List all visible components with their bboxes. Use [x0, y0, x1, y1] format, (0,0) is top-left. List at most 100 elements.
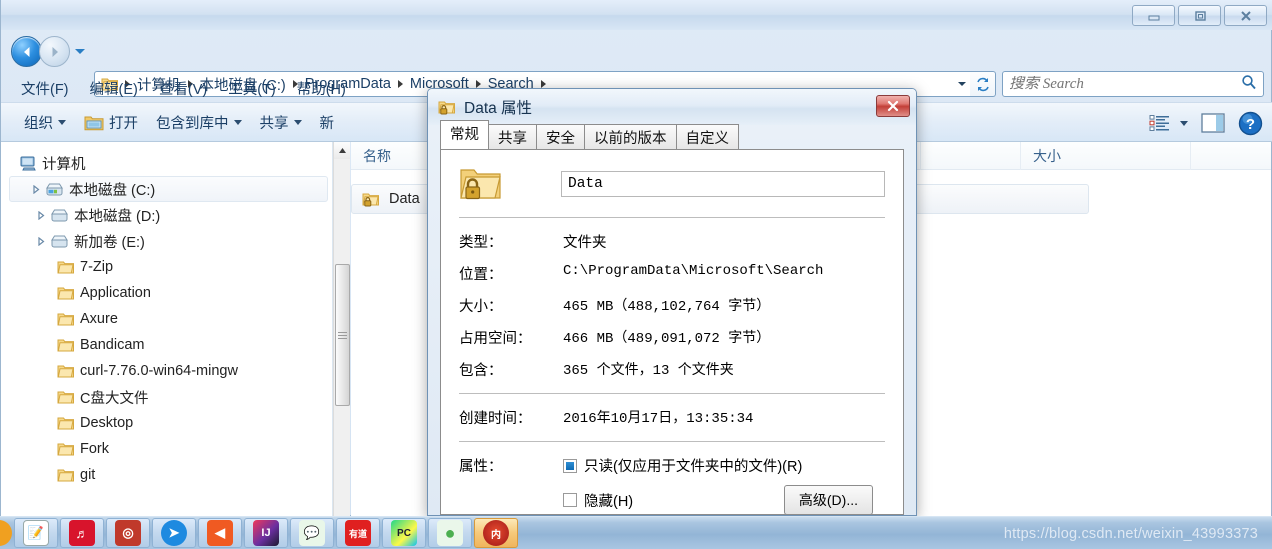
advanced-button[interactable]: 高级(D)...: [783, 485, 873, 515]
chevron-right-icon[interactable]: [33, 236, 49, 246]
chevron-right-icon[interactable]: [28, 184, 44, 194]
locked-folder-icon: [459, 164, 503, 204]
property-value-size-on-disk: 466 MB（489,091,072 字节）: [563, 331, 771, 347]
menu-item-help[interactable]: 帮助(H): [289, 75, 354, 102]
property-row-contains: 包含： 365 个文件，13 个文件夹: [459, 359, 885, 380]
tree-item-new-volume-e[interactable]: 新加卷 (E:): [25, 228, 332, 254]
minimize-button[interactable]: [1132, 5, 1175, 26]
tree-item-label: git: [80, 467, 96, 483]
tree-item-label: 新加卷 (E:): [74, 234, 145, 251]
chevron-up-icon: [338, 148, 346, 153]
chevron-down-icon: [58, 119, 66, 125]
forward-button[interactable]: [39, 36, 70, 67]
attributes-row: 属性： 只读(仅应用于文件夹中的文件)(R) 隐藏(H) 高级(D)...: [459, 455, 885, 524]
property-label-size-on-disk: 占用空间：: [459, 331, 532, 347]
taskbar-app-notepad[interactable]: 📝: [14, 518, 58, 548]
tree-item-fork[interactable]: Fork: [47, 436, 332, 462]
intellij-idea-icon: IJ: [253, 520, 279, 546]
taskbar-app-partial[interactable]: [0, 518, 14, 548]
column-header-size[interactable]: 大小: [1021, 141, 1191, 170]
window-controls: [1132, 5, 1267, 26]
property-row-size-on-disk: 占用空间： 466 MB（489,091,072 字节）: [459, 327, 885, 348]
toolbar-include-in-library-button[interactable]: 包含到库中: [147, 108, 251, 137]
tree-item-curl[interactable]: curl-7.76.0-win64-mingw: [47, 358, 332, 384]
view-options-button[interactable]: [1149, 114, 1188, 132]
tree-item-application[interactable]: Application: [47, 280, 332, 306]
tree-item-label: C盘大文件: [80, 390, 149, 407]
dialog-close-button[interactable]: [876, 95, 910, 117]
taskbar-app-messenger[interactable]: ➤: [152, 518, 196, 548]
tree-item-label: Desktop: [80, 415, 134, 431]
folder-icon: [55, 363, 77, 379]
preview-pane-button[interactable]: [1200, 112, 1226, 134]
property-value-contains: 365 个文件，13 个文件夹: [563, 363, 734, 379]
open-folder-icon: [84, 114, 104, 131]
chevron-down-icon: [75, 48, 85, 54]
scroll-up-button[interactable]: [334, 142, 350, 159]
snail-icon: ◎: [115, 520, 141, 546]
tree-item-local-disk-d[interactable]: 本地磁盘 (D:): [25, 202, 332, 228]
taskbar-app-youdao[interactable]: 有道: [336, 518, 380, 548]
column-header-spacer-2[interactable]: [921, 141, 1021, 170]
restore-button[interactable]: [1178, 5, 1221, 26]
taskbar-app-intellij-idea[interactable]: IJ: [244, 518, 288, 548]
tab-security[interactable]: 安全: [536, 124, 585, 151]
tab-sharing[interactable]: 共享: [488, 124, 537, 151]
tree-item-local-disk-c[interactable]: 本地磁盘 (C:): [9, 176, 328, 202]
taskbar-app-orange[interactable]: ◀: [198, 518, 242, 548]
folder-name-value: Data: [568, 176, 603, 192]
hidden-label: 隐藏(H): [584, 493, 634, 510]
toolbar-organize-button[interactable]: 组织: [15, 108, 75, 137]
menu-item-edit[interactable]: 编辑(E): [82, 75, 146, 102]
drive-icon: [49, 207, 71, 223]
dialog-tabs: 常规 共享 安全 以前的版本 自定义: [428, 120, 916, 151]
scrollbar-thumb[interactable]: [335, 264, 350, 406]
watermark: https://blog.csdn.net/weixin_43993373: [1003, 526, 1258, 542]
back-button[interactable]: [11, 36, 42, 67]
tab-general[interactable]: 常规: [440, 120, 489, 149]
navigation-pane-scrollbar[interactable]: [333, 142, 350, 516]
readonly-checkbox-row[interactable]: 只读(仅应用于文件夹中的文件)(R): [563, 455, 885, 476]
chevron-right-icon[interactable]: [33, 210, 49, 220]
help-icon: ?: [1238, 111, 1263, 135]
scrollbar-grip-icon: [338, 330, 347, 341]
toolbar-open-button[interactable]: 打开: [75, 108, 147, 137]
taskbar-app-active[interactable]: 内: [474, 518, 518, 548]
help-button[interactable]: ?: [1238, 111, 1263, 136]
property-row-type: 类型： 文件夹: [459, 231, 885, 252]
hidden-checkbox-row[interactable]: 隐藏(H) 高级(D)...: [563, 485, 885, 515]
tab-customize[interactable]: 自定义: [675, 124, 739, 151]
menu-item-tools[interactable]: 工具(T): [220, 75, 284, 102]
orange-app-icon: ◀: [207, 520, 233, 546]
locked-folder-icon: [438, 99, 457, 116]
menu-item-file[interactable]: 文件(F): [13, 75, 77, 102]
close-button[interactable]: [1224, 5, 1267, 26]
taskbar-app-pycharm[interactable]: PC: [382, 518, 426, 548]
chevron-down-icon: [293, 119, 302, 125]
dialog-titlebar[interactable]: Data 属性: [428, 89, 916, 125]
hidden-checkbox[interactable]: [563, 493, 577, 507]
toolbar-share-button[interactable]: 共享: [251, 108, 311, 137]
close-icon: [1240, 10, 1251, 21]
toolbar-new-button[interactable]: 新: [311, 108, 344, 137]
tree-item-computer[interactable]: 计算机: [9, 150, 332, 176]
taskbar-app-green[interactable]: ●: [428, 518, 472, 548]
folder-name-field[interactable]: Data: [561, 171, 885, 197]
taskbar-app-snail[interactable]: ◎: [106, 518, 150, 548]
tree-item-7zip[interactable]: 7-Zip: [47, 254, 332, 280]
readonly-checkbox[interactable]: [563, 458, 577, 473]
taskbar-app-netease-music[interactable]: ♬: [60, 518, 104, 548]
tree-item-git[interactable]: git: [47, 462, 332, 488]
taskbar-app-wechat[interactable]: 💬: [290, 518, 334, 548]
tree-item-axure[interactable]: Axure: [47, 306, 332, 332]
tree-item-bandicam[interactable]: Bandicam: [47, 332, 332, 358]
tree-item-c-disk-large-files[interactable]: C盘大文件: [47, 384, 332, 410]
recent-pages-button[interactable]: [74, 43, 86, 61]
menu-item-view[interactable]: 查看(V): [151, 75, 215, 102]
navigation-buttons: [11, 36, 86, 67]
address-row: 计算机 本地磁盘 (C:) ProgramData Microsoft Sear…: [1, 30, 1272, 97]
tree-item-label: 计算机: [42, 156, 86, 173]
property-value-location: C:\ProgramData\Microsoft\Search: [563, 263, 824, 279]
tab-previous-versions[interactable]: 以前的版本: [584, 124, 677, 151]
tree-item-desktop[interactable]: Desktop: [47, 410, 332, 436]
